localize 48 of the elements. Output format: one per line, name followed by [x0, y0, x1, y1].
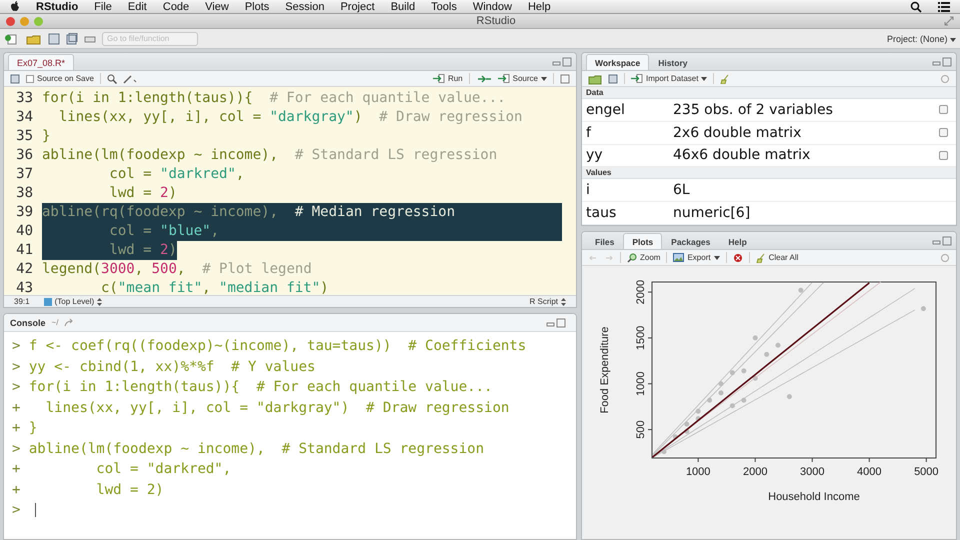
variable-name: i — [586, 182, 591, 198]
console-line: > yy <- cbind(1, xx)%*%f # Y values — [12, 358, 316, 376]
code-line: for(i in 1:length(taus)){ # For each quantile value... — [42, 89, 506, 108]
window-title: RStudio — [475, 15, 517, 27]
section-header: Data — [582, 87, 956, 99]
console-line: + } — [12, 419, 38, 438]
working-directory: ~/ — [52, 318, 58, 327]
y-axis-label: Food Expenditure — [599, 326, 611, 414]
line-number: 39 — [4, 203, 42, 222]
code-line: abline(rq(foodexp ~ income), # Median regression — [42, 203, 456, 222]
cursor-position: 39:1 — [14, 297, 30, 306]
variable-value: 6L — [673, 182, 691, 198]
y-tick-label: 2000 — [635, 280, 647, 304]
console-line: > abline(lm(foodexp ~ income), # Standard LS regression — [12, 440, 486, 458]
code-line: c("mean fit", "median fit") — [100, 279, 329, 295]
x-tick-label: 5000 — [914, 466, 939, 478]
code-line: col = "darkred", — [108, 165, 244, 184]
code-line: } — [42, 127, 50, 146]
y-tick-label: 1500 — [635, 326, 647, 350]
variable-value: 46x6 double matrix — [673, 147, 812, 164]
x-tick-label: 1000 — [686, 466, 710, 478]
section-header: Values — [582, 167, 956, 180]
code-line: abline(lm(foodexp ~ income), # Standard LS regression — [42, 146, 498, 165]
variable-value: 2x6 double matrix — [673, 124, 802, 141]
variable-name: engel — [586, 102, 626, 118]
console-line: > f <- coef(rq((foodexp)~(income), tau=taus)) # Coefficients — [12, 337, 528, 356]
x-tick-label: 3000 — [800, 466, 824, 478]
code-line: lwd = 2) — [108, 184, 177, 203]
variable-name: yy — [586, 147, 604, 164]
variable-name: taus — [586, 205, 618, 222]
console-line: + lines(xx, yy[, i], col = "darkgray") # Draw regression — [12, 398, 510, 418]
variable-value: 235 obs. of 2 variables — [673, 102, 834, 118]
code-line: legend(3000, 500, # Plot legend — [42, 260, 312, 279]
variable-value: numeric[6] — [673, 205, 752, 222]
console-line: + col = "darkred", — [12, 460, 232, 479]
y-tick-label: 500 — [635, 420, 647, 439]
console-line: > for(i in 1:length(taus)){ # For each quantile value... — [12, 378, 494, 397]
x-tick-label: 4000 — [857, 466, 882, 478]
code-line: col = "blue", — [108, 222, 220, 241]
console-line: + lwd = 2) — [12, 480, 165, 500]
line-number: 40 — [4, 222, 42, 241]
variable-name: f — [586, 124, 592, 141]
code-line: lines(xx, yy[, i], col = "darkgray") # Draw regression — [58, 108, 522, 127]
x-axis-label: Household Income — [768, 491, 860, 503]
x-tick-label: 2000 — [742, 466, 768, 478]
console-line: > — [12, 500, 568, 520]
console-title: Console — [10, 318, 46, 328]
y-tick-label: 1000 — [635, 372, 647, 396]
